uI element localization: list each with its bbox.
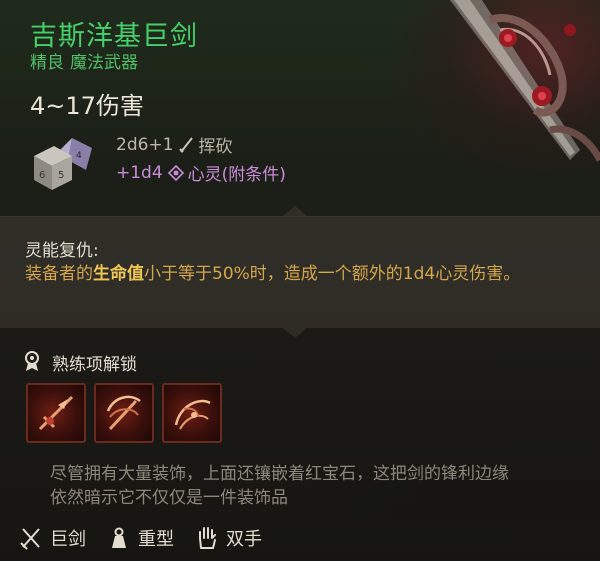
bonus-damage: +1d4 心灵(附条件) [116, 160, 286, 186]
proficiency-unlock-icon [25, 351, 39, 371]
item-tooltip: 吉斯洋基巨剑 精良 魔法武器 4~17伤害 4 6 5 2d6+1 挥砍 +1d4… [0, 0, 600, 561]
dice-icon: 4 6 5 [34, 138, 92, 190]
property-greatsword: 巨剑 [20, 525, 86, 551]
svg-text:5: 5 [58, 170, 64, 181]
sword-illustration [450, 0, 600, 162]
passive-desc-part1: 装备者的 [25, 264, 93, 284]
proficiency-title: 熟练项解锁 [52, 355, 137, 375]
property-heavy: 重型 [108, 525, 174, 551]
property-two-handed-label: 双手 [226, 529, 262, 550]
item-properties: 巨剑 重型 双手 [20, 525, 284, 551]
flavor-fade [300, 480, 600, 520]
proficiency-skill-3[interactable] [162, 383, 222, 443]
passive-description: 装备者的生命值小于等于50%时，造成一个额外的1d4心灵伤害。 [25, 262, 565, 287]
bonus-damage-type: 心灵(附条件) [187, 165, 286, 185]
property-greatsword-label: 巨剑 [50, 529, 86, 550]
passive-desc-part2: 小于等于50%时，造成一个额外的1d4心灵伤害。 [144, 264, 521, 284]
base-damage-dice: 2d6+1 [116, 134, 174, 155]
skill-1-icon [38, 395, 74, 431]
crossed-swords-icon [20, 528, 40, 550]
weight-icon [112, 527, 126, 548]
hand-icon [199, 527, 216, 549]
slash-damage-icon [179, 136, 194, 153]
damage-total: 4~17伤害 [30, 92, 144, 120]
svg-text:6: 6 [39, 170, 45, 181]
passive-desc-highlight: 生命值 [93, 264, 144, 284]
section-notch-bottom [283, 328, 307, 338]
section-notch-top [283, 206, 307, 216]
psychic-damage-icon [167, 164, 184, 181]
base-damage-type: 挥砍 [198, 137, 233, 157]
property-heavy-label: 重型 [138, 529, 174, 550]
item-rarity: 精良 [30, 53, 64, 73]
item-subtitle: 精良 魔法武器 [30, 48, 144, 73]
proficiency-skill-1[interactable] [26, 383, 86, 443]
base-damage: 2d6+1 挥砍 [116, 132, 233, 158]
proficiency-skill-2[interactable] [94, 383, 154, 443]
skill-3-icon [174, 399, 211, 430]
skill-2-icon [106, 395, 141, 431]
bonus-damage-dice: +1d4 [116, 162, 163, 183]
passive-name: 灵能复仇: [25, 241, 99, 261]
property-two-handed: 双手 [196, 525, 262, 551]
svg-text:4: 4 [76, 151, 82, 161]
item-category: 魔法武器 [70, 53, 138, 73]
